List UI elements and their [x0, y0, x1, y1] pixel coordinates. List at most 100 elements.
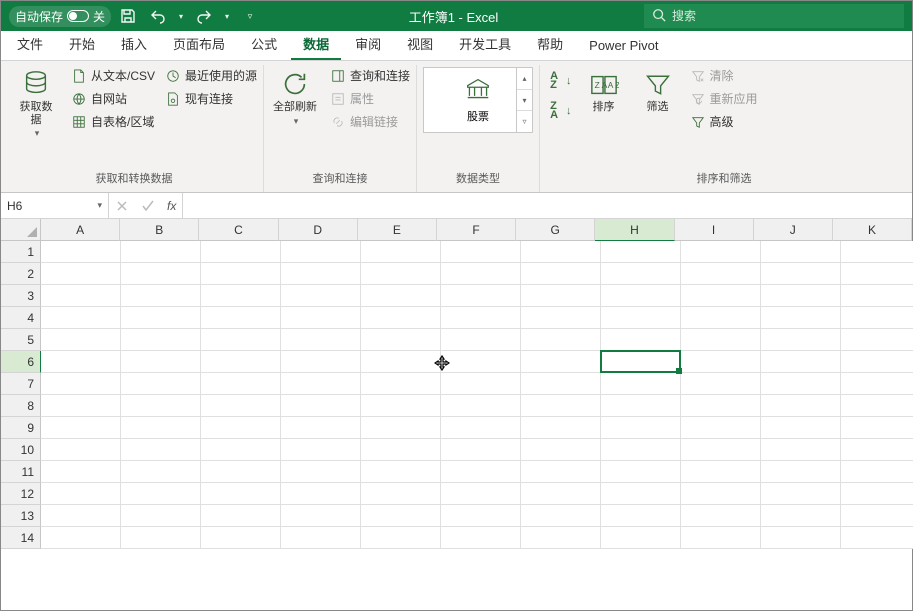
- column-header[interactable]: J: [754, 219, 833, 241]
- cell[interactable]: [41, 395, 121, 417]
- cell[interactable]: [521, 505, 601, 527]
- cell[interactable]: [41, 461, 121, 483]
- cell[interactable]: [281, 263, 361, 285]
- cell[interactable]: [121, 329, 201, 351]
- cell[interactable]: [361, 505, 441, 527]
- cell[interactable]: [201, 351, 281, 373]
- row-header[interactable]: 13: [1, 505, 41, 527]
- cell[interactable]: [121, 285, 201, 307]
- cell[interactable]: [281, 373, 361, 395]
- cell[interactable]: [441, 527, 521, 549]
- tab-developer[interactable]: 开发工具: [447, 28, 523, 60]
- cell[interactable]: [361, 373, 441, 395]
- existing-connections-button[interactable]: 现有连接: [165, 90, 257, 107]
- tab-file[interactable]: 文件: [5, 28, 55, 60]
- cell[interactable]: [41, 373, 121, 395]
- cell[interactable]: [361, 483, 441, 505]
- cell[interactable]: [441, 461, 521, 483]
- cell[interactable]: [281, 483, 361, 505]
- cell[interactable]: [41, 417, 121, 439]
- scroll-up-icon[interactable]: ▴: [517, 68, 532, 90]
- row-header[interactable]: 11: [1, 461, 41, 483]
- cell[interactable]: [201, 527, 281, 549]
- cell[interactable]: [681, 461, 761, 483]
- cell[interactable]: [361, 461, 441, 483]
- cell[interactable]: [121, 461, 201, 483]
- cell[interactable]: [601, 329, 681, 351]
- cell[interactable]: [361, 395, 441, 417]
- get-data-button[interactable]: 获取数 据 ▾: [11, 67, 61, 139]
- cell[interactable]: [841, 439, 913, 461]
- cell[interactable]: [601, 461, 681, 483]
- cell[interactable]: [601, 395, 681, 417]
- cell[interactable]: [601, 351, 681, 373]
- cell[interactable]: [121, 373, 201, 395]
- cell[interactable]: [41, 329, 121, 351]
- cell[interactable]: [761, 395, 841, 417]
- cell[interactable]: [841, 505, 913, 527]
- cell[interactable]: [761, 241, 841, 263]
- cell[interactable]: [841, 263, 913, 285]
- cell[interactable]: [761, 439, 841, 461]
- cell[interactable]: [601, 263, 681, 285]
- cell[interactable]: [841, 329, 913, 351]
- cell[interactable]: [761, 373, 841, 395]
- row-header[interactable]: 2: [1, 263, 41, 285]
- cell[interactable]: [201, 395, 281, 417]
- cell[interactable]: [121, 351, 201, 373]
- cell[interactable]: [121, 417, 201, 439]
- cell[interactable]: [521, 461, 601, 483]
- cell[interactable]: [41, 483, 121, 505]
- cell[interactable]: [361, 351, 441, 373]
- cell[interactable]: [761, 307, 841, 329]
- cell[interactable]: [281, 527, 361, 549]
- cell[interactable]: [521, 395, 601, 417]
- cell[interactable]: [841, 461, 913, 483]
- row-header[interactable]: 5: [1, 329, 41, 351]
- cell[interactable]: [521, 439, 601, 461]
- cell[interactable]: [201, 417, 281, 439]
- undo-button[interactable]: [145, 4, 171, 28]
- cell[interactable]: [441, 395, 521, 417]
- enter-formula-button[interactable]: [135, 200, 161, 212]
- cell[interactable]: [281, 439, 361, 461]
- gallery-expand-icon[interactable]: ▿: [517, 111, 532, 132]
- filter-button[interactable]: 筛选: [636, 67, 680, 114]
- cell[interactable]: [521, 373, 601, 395]
- redo-dropdown[interactable]: ▾: [221, 4, 233, 28]
- cell[interactable]: [361, 329, 441, 351]
- row-header[interactable]: 9: [1, 417, 41, 439]
- cell[interactable]: [201, 307, 281, 329]
- cell[interactable]: [121, 395, 201, 417]
- queries-connections-button[interactable]: 查询和连接: [330, 67, 410, 84]
- tab-review[interactable]: 审阅: [343, 28, 393, 60]
- cell[interactable]: [761, 351, 841, 373]
- cell[interactable]: [681, 505, 761, 527]
- cell[interactable]: [761, 527, 841, 549]
- cell[interactable]: [441, 373, 521, 395]
- cell[interactable]: [121, 263, 201, 285]
- cell[interactable]: [361, 439, 441, 461]
- cell[interactable]: [441, 285, 521, 307]
- row-header[interactable]: 6: [1, 351, 41, 373]
- row-header[interactable]: 8: [1, 395, 41, 417]
- from-text-csv-button[interactable]: 从文本/CSV: [71, 67, 155, 84]
- stock-data-type[interactable]: 股票: [464, 77, 492, 124]
- cell-grid[interactable]: [41, 241, 913, 549]
- cell[interactable]: [521, 417, 601, 439]
- cell[interactable]: [201, 483, 281, 505]
- cell[interactable]: [281, 461, 361, 483]
- cell[interactable]: [121, 483, 201, 505]
- cell[interactable]: [121, 527, 201, 549]
- cell[interactable]: [361, 263, 441, 285]
- cell[interactable]: [681, 395, 761, 417]
- cell[interactable]: [521, 241, 601, 263]
- undo-dropdown[interactable]: ▾: [175, 4, 187, 28]
- cell[interactable]: [521, 263, 601, 285]
- cell[interactable]: [841, 527, 913, 549]
- column-header[interactable]: C: [199, 219, 278, 241]
- name-box[interactable]: H6 ▾: [1, 193, 109, 218]
- cell[interactable]: [121, 505, 201, 527]
- cell[interactable]: [361, 285, 441, 307]
- cell[interactable]: [41, 241, 121, 263]
